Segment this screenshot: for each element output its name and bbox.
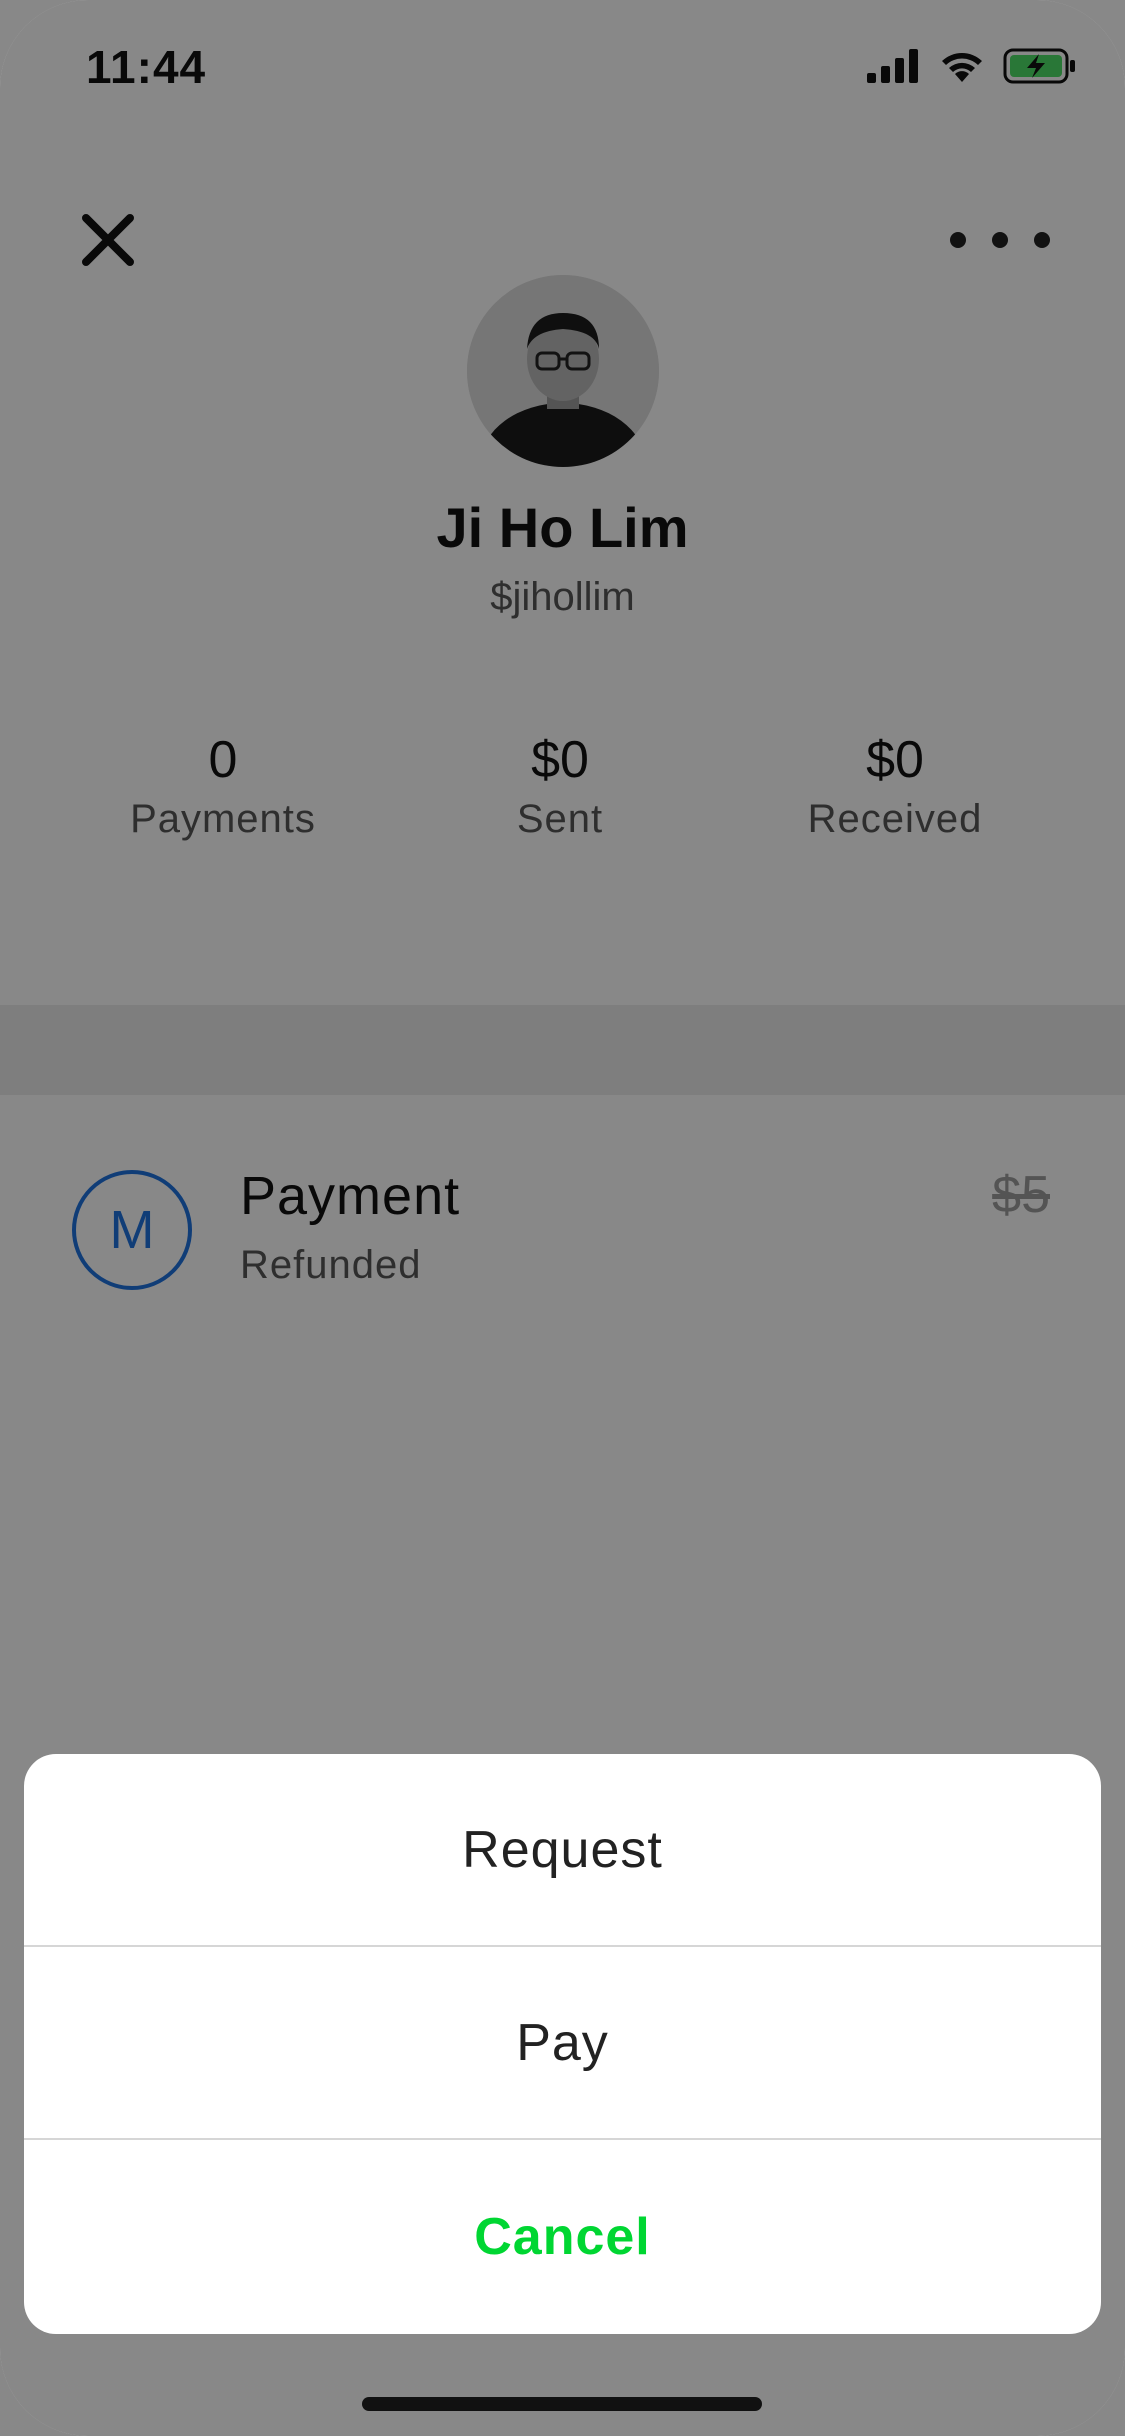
cancel-button[interactable]: Cancel xyxy=(24,2140,1101,2334)
home-indicator[interactable] xyxy=(362,2397,762,2411)
action-sheet: Request Pay Cancel xyxy=(24,1754,1101,2334)
request-button[interactable]: Request xyxy=(24,1754,1101,1947)
pay-button[interactable]: Pay xyxy=(24,1947,1101,2140)
